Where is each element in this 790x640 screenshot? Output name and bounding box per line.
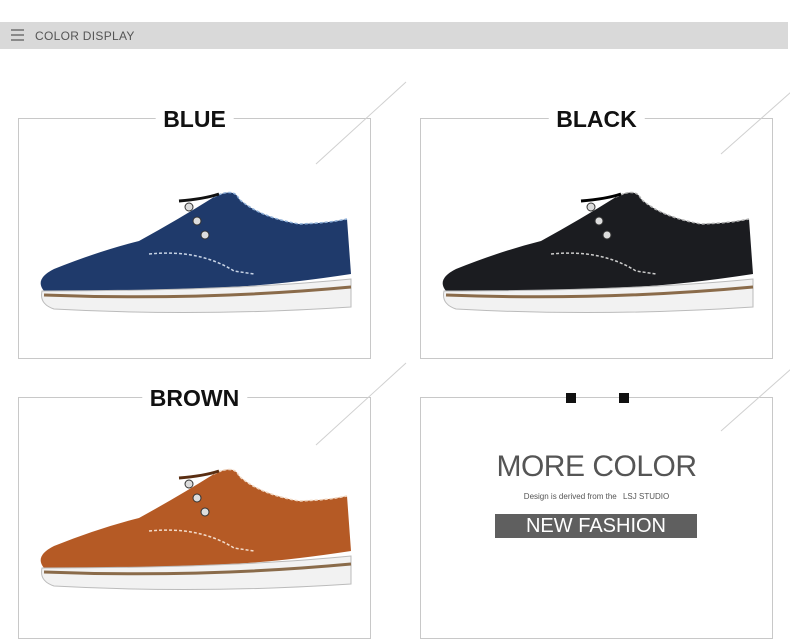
menu-icon[interactable]: [11, 29, 24, 42]
shoe-image-blue: [40, 191, 352, 314]
square-marker: [566, 393, 576, 403]
promo-subtitle-brand: LSJ STUDIO: [622, 492, 670, 501]
promo-subtitle: Design is derived from the LSJ STUDIO: [421, 492, 772, 501]
color-label-black: BLACK: [548, 106, 645, 132]
decorative-line: [720, 92, 790, 155]
promo-card: MORE COLOR Design is derived from the LS…: [420, 369, 790, 639]
decorative-line: [315, 81, 407, 165]
product-card-brown[interactable]: BROWN: [18, 362, 407, 639]
header-title: COLOR DISPLAY: [35, 29, 135, 43]
new-fashion-badge: NEW FASHION: [495, 514, 697, 538]
shoe-image-black: [442, 191, 754, 314]
square-marker: [619, 393, 629, 403]
shoe-image-brown: [40, 468, 352, 591]
product-card-blue[interactable]: BLUE: [18, 81, 407, 359]
color-label-blue: BLUE: [155, 106, 234, 132]
product-card-black[interactable]: BLACK: [420, 92, 790, 359]
promo-title: MORE COLOR: [496, 450, 697, 483]
color-label-brown: BROWN: [141, 385, 248, 411]
decorative-line: [720, 369, 790, 432]
decorative-line: [315, 362, 407, 446]
header-bar: COLOR DISPLAY: [0, 22, 788, 49]
promo-subtitle-text: Design is derived from the: [523, 492, 617, 501]
